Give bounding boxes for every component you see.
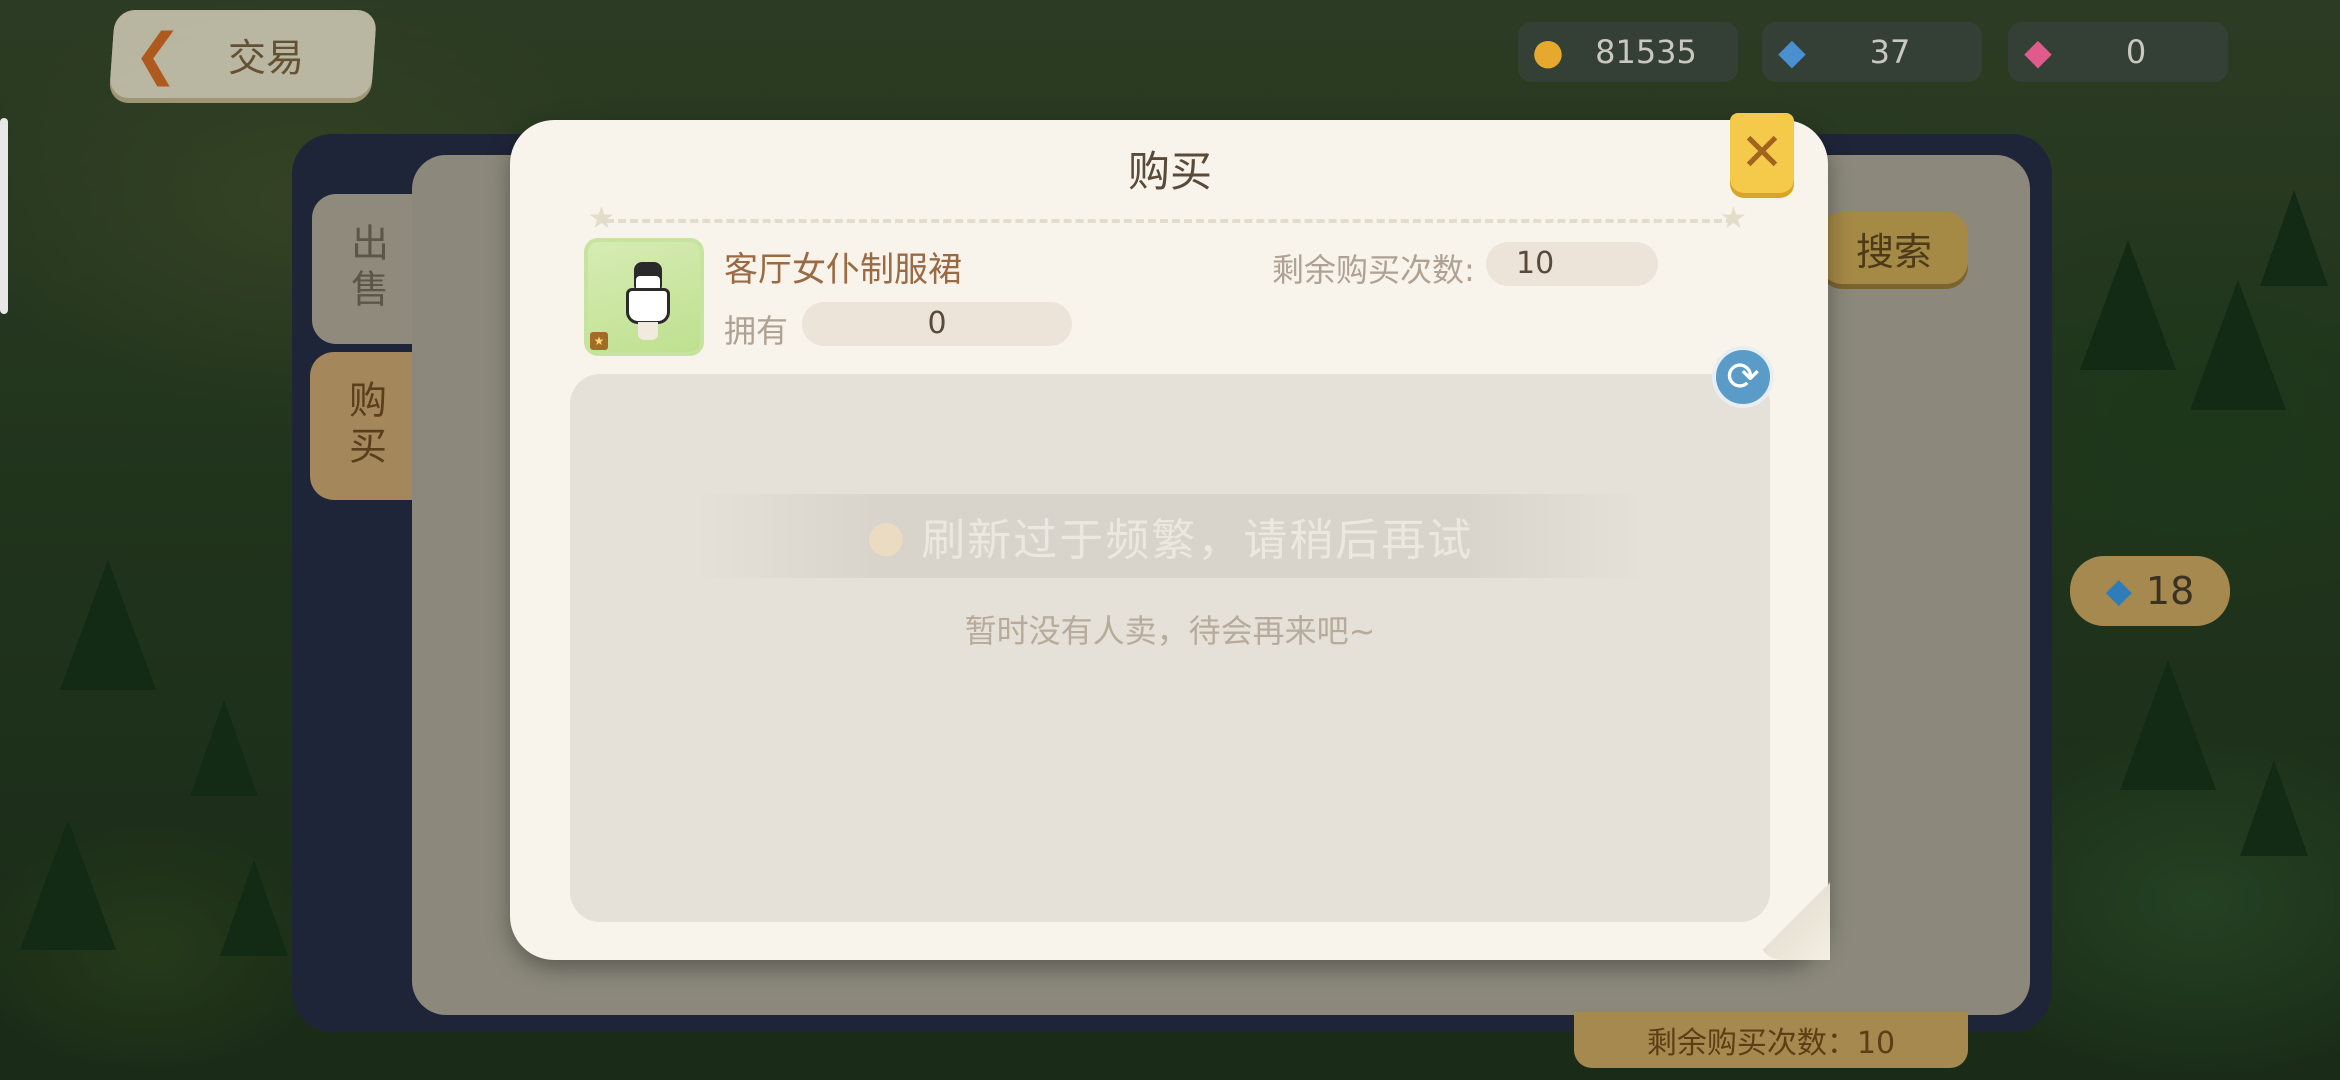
maid-dress-illustration [626, 262, 670, 342]
maid-dress-item-icon[interactable]: ★ [584, 238, 704, 356]
close-button[interactable]: ✕ [1730, 113, 1794, 193]
search-button[interactable]: 搜索 [1820, 212, 1968, 284]
edge-scroll-handle[interactable] [0, 118, 8, 314]
gold-coin-icon: ● [1532, 31, 1564, 73]
blue-gem-icon: ◆ [2105, 571, 2132, 611]
star-icon: ★ [1720, 201, 1747, 236]
refresh-too-frequent-toast: ● 刷新过于频繁，请稍后再试 [692, 494, 1648, 578]
pink-diamond-counter[interactable]: ◆ 0 [2008, 22, 2228, 82]
item-name: 客厅女仆制服裙 [724, 250, 962, 290]
close-x-icon: ✕ [1740, 123, 1784, 183]
toast-icon: ● [866, 510, 906, 562]
gem-price-value: 18 [2145, 569, 2195, 613]
gold-coin-counter[interactable]: ● 81535 [1518, 22, 1738, 82]
refresh-button[interactable]: ⟳ [1712, 346, 1774, 408]
refresh-icon: ⟳ [1726, 354, 1760, 400]
remain-purchase-label: 剩余购买次数: [1272, 251, 1475, 289]
background-remain-count: 剩余购买次数：10 [1574, 1012, 1968, 1068]
tab-sell[interactable]: 出售 [312, 194, 422, 344]
tab-buy-label: 购买 [342, 380, 387, 472]
pink-diamond-value: 0 [2125, 33, 2147, 71]
tab-sell-label: 出售 [344, 223, 389, 315]
dashed-divider [606, 219, 1734, 223]
owned-label: 拥有 [724, 312, 789, 350]
rarity-star-icon: ★ [590, 332, 608, 350]
tab-buy[interactable]: 购买 [310, 352, 420, 500]
empty-listing-message: 暂时没有人卖，待会再来吧~ [964, 612, 1376, 650]
gem-price-badge: ◆ 18 [2070, 556, 2230, 626]
gold-coin-value: 81535 [1595, 33, 1697, 71]
trade-back-button[interactable]: ❮ 交易 [108, 10, 378, 98]
back-arrow-icon: ❮ [131, 21, 183, 87]
remain-purchase-value: 10 [1486, 242, 1658, 286]
trade-title: 交易 [228, 35, 305, 80]
toast-text: 刷新过于频繁，请稍后再试 [921, 515, 1474, 566]
blue-gem-counter[interactable]: ◆ 37 [1762, 22, 1982, 82]
blue-gem-plus-icon: ◆ [1778, 31, 1806, 73]
dialog-title: 购买 [1127, 147, 1212, 196]
owned-value: 0 [802, 302, 1072, 346]
blue-gem-value: 37 [1869, 33, 1911, 71]
pink-diamond-plus-icon: ◆ [2024, 31, 2052, 73]
